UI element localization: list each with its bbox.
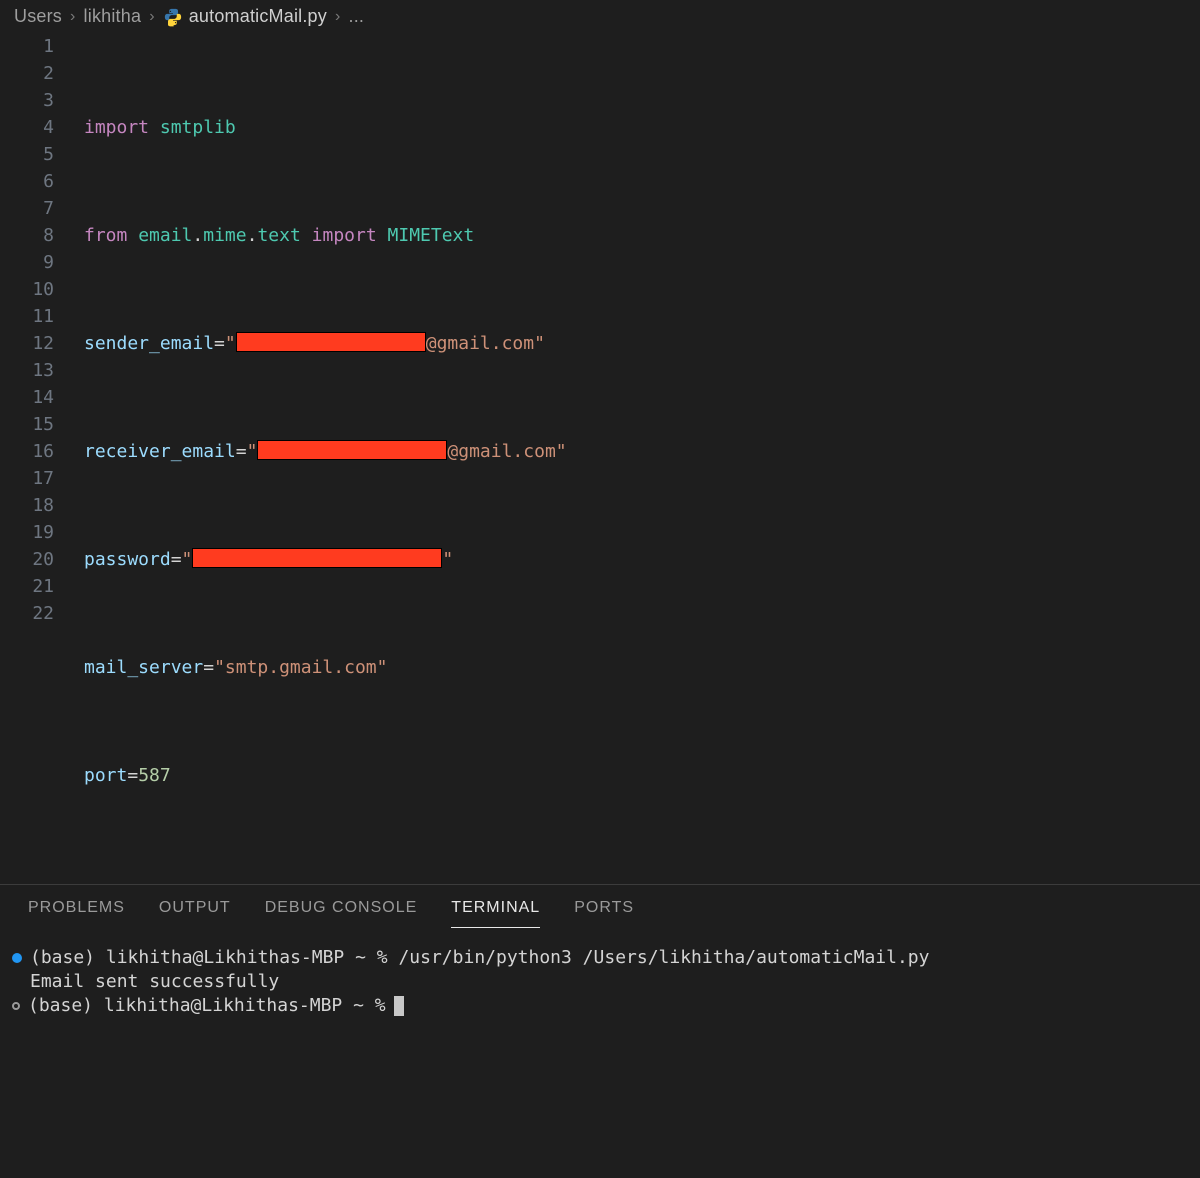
bottom-panel: PROBLEMS OUTPUT DEBUG CONSOLE TERMINAL P… [0, 884, 1200, 1178]
line-number: 18 [0, 492, 54, 519]
terminal[interactable]: (base) likhitha@Likhithas-MBP ~ % /usr/b… [0, 928, 1200, 1178]
code-line[interactable]: mail_server="smtp.gmail.com" [84, 654, 1200, 681]
line-number: 16 [0, 438, 54, 465]
breadcrumb-segment[interactable]: Users [14, 6, 62, 27]
code-line[interactable]: password="" [84, 546, 1200, 573]
redacted-block [192, 548, 442, 568]
tab-output[interactable]: OUTPUT [159, 899, 231, 928]
redacted-block [257, 440, 447, 460]
status-dot-icon [12, 953, 22, 963]
chevron-right-icon: › [70, 8, 76, 26]
line-number: 6 [0, 168, 54, 195]
breadcrumb-tail[interactable]: ... [349, 6, 365, 27]
code-line[interactable]: receiver_email="@gmail.com" [84, 438, 1200, 465]
line-number: 15 [0, 411, 54, 438]
tab-debug-console[interactable]: DEBUG CONSOLE [265, 899, 418, 928]
line-number: 8 [0, 222, 54, 249]
terminal-text: (base) likhitha@Likhithas-MBP ~ % /usr/b… [30, 946, 929, 970]
redacted-block [236, 332, 426, 352]
line-number: 1 [0, 33, 54, 60]
line-number: 5 [0, 141, 54, 168]
code-line[interactable]: port=587 [84, 762, 1200, 789]
code-line[interactable]: sender_email="@gmail.com" [84, 330, 1200, 357]
breadcrumb-file[interactable]: automaticMail.py [163, 6, 327, 27]
code-line[interactable]: from email.mime.text import MIMEText [84, 222, 1200, 249]
line-number: 9 [0, 249, 54, 276]
line-number: 7 [0, 195, 54, 222]
tab-ports[interactable]: PORTS [574, 899, 634, 928]
line-number: 17 [0, 465, 54, 492]
line-number: 21 [0, 573, 54, 600]
code-line[interactable] [84, 870, 1200, 884]
line-number: 10 [0, 276, 54, 303]
status-dot-icon [12, 1002, 20, 1010]
breadcrumb-file-name: automaticMail.py [189, 6, 327, 27]
breadcrumb: Users › likhitha › automaticMail.py › ..… [0, 0, 1200, 31]
line-number: 3 [0, 87, 54, 114]
breadcrumb-segment[interactable]: likhitha [84, 6, 142, 27]
line-number: 2 [0, 60, 54, 87]
terminal-cursor [394, 996, 404, 1016]
line-number: 12 [0, 330, 54, 357]
chevron-right-icon: › [149, 8, 155, 26]
chevron-right-icon: › [335, 8, 341, 26]
code-editor[interactable]: 12345678910111213141516171819202122 impo… [0, 31, 1200, 884]
code-area[interactable]: import smtplib from email.mime.text impo… [72, 33, 1200, 884]
line-number: 4 [0, 114, 54, 141]
tab-problems[interactable]: PROBLEMS [28, 899, 125, 928]
line-number: 20 [0, 546, 54, 573]
line-number-gutter: 12345678910111213141516171819202122 [0, 33, 72, 884]
line-number: 14 [0, 384, 54, 411]
tab-terminal[interactable]: TERMINAL [451, 899, 540, 928]
terminal-line: (base) likhitha@Likhithas-MBP ~ % [12, 994, 1188, 1018]
terminal-text: Email sent successfully [30, 970, 279, 994]
line-number: 13 [0, 357, 54, 384]
terminal-text: (base) likhitha@Likhithas-MBP ~ % [28, 994, 386, 1018]
line-number: 11 [0, 303, 54, 330]
panel-tabs: PROBLEMS OUTPUT DEBUG CONSOLE TERMINAL P… [0, 885, 1200, 928]
code-line[interactable]: import smtplib [84, 114, 1200, 141]
terminal-line: (base) likhitha@Likhithas-MBP ~ % /usr/b… [12, 946, 1188, 970]
line-number: 22 [0, 600, 54, 627]
line-number: 19 [0, 519, 54, 546]
terminal-line: Email sent successfully [12, 970, 1188, 994]
python-file-icon [163, 7, 183, 27]
